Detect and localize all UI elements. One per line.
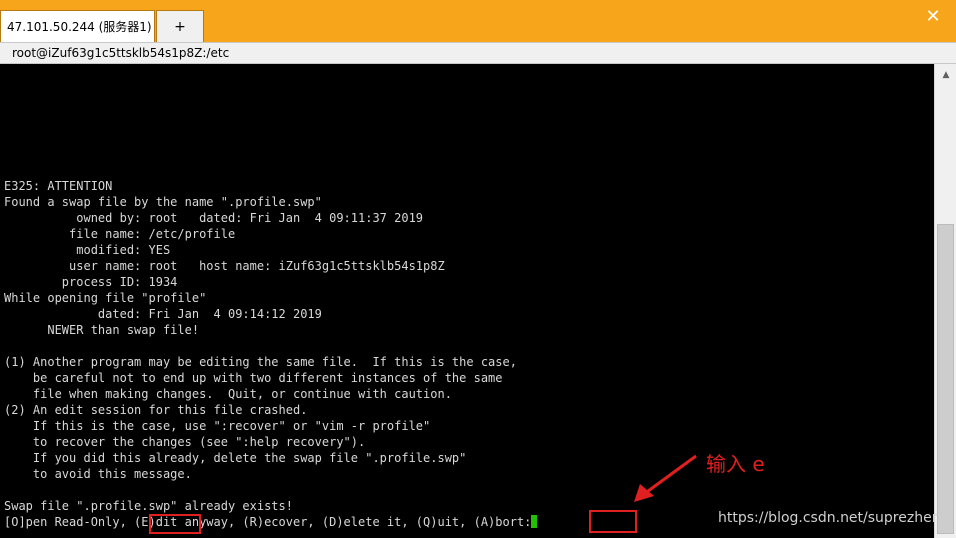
tab-bar: 47.101.50.244 (服务器1) + ✕ <box>0 0 956 42</box>
terminal-scrollbar[interactable]: ▲ <box>934 64 956 538</box>
terminal-line: (2) An edit session for this file crashe… <box>4 403 308 417</box>
terminal-line: to avoid this message. <box>4 467 192 481</box>
terminal-line: owned by: root dated: Fri Jan 4 09:11:37… <box>4 211 424 225</box>
new-tab-label: + <box>174 18 186 35</box>
terminal-line: to recover the changes (see ":help recov… <box>4 435 366 449</box>
terminal-output: E325: ATTENTION Found a swap file by the … <box>4 178 538 530</box>
watermark: https://blog.csdn.net/suprezher <box>718 510 938 526</box>
ssh-client-window: 47.101.50.244 (服务器1) + ✕ root@iZuf63g1c5… <box>0 0 956 538</box>
terminal-line: process ID: 1934 <box>4 275 178 289</box>
terminal-line: E325: ATTENTION <box>4 179 113 193</box>
terminal-line: If you did this already, delete the swap… <box>4 451 467 465</box>
close-icon[interactable]: ✕ <box>924 8 942 26</box>
terminal-line: Swap file ".profile.swp" already exists! <box>4 499 293 513</box>
annotation-arrow-icon <box>634 454 697 502</box>
session-title: root@iZuf63g1c5ttsklb54s1p8Z:/etc <box>0 42 956 64</box>
scrollbar-thumb[interactable] <box>937 224 954 534</box>
terminal-line: user name: root host name: iZuf63g1c5tts… <box>4 259 445 273</box>
tab-server1[interactable]: 47.101.50.244 (服务器1) <box>0 10 155 42</box>
terminal-cursor <box>531 515 538 528</box>
terminal-line: dated: Fri Jan 4 09:14:12 2019 <box>4 307 322 321</box>
tab-server1-label: 47.101.50.244 (服务器1) <box>7 20 152 34</box>
chevron-up-icon[interactable]: ▲ <box>939 66 953 84</box>
terminal-line: be careful not to end up with two differ… <box>4 371 503 385</box>
annotation-text: 输入 e <box>706 452 765 476</box>
terminal-line: [O]pen Read-Only, (E)dit anyway, (R)ecov… <box>4 514 538 530</box>
new-tab-button[interactable]: + <box>156 10 204 42</box>
terminal-line: NEWER than swap file! <box>4 323 200 337</box>
terminal-line: file name: /etc/profile <box>4 227 236 241</box>
terminal-line: While opening file "profile" <box>4 291 207 305</box>
terminal-area[interactable]: E325: ATTENTION Found a swap file by the … <box>0 64 934 538</box>
terminal-line: file when making changes. Quit, or conti… <box>4 387 452 401</box>
terminal-line: (1) Another program may be editing the s… <box>4 355 517 369</box>
terminal-line: Found a swap file by the name ".profile.… <box>4 195 322 209</box>
terminal-line: If this is the case, use ":recover" or "… <box>4 419 431 433</box>
terminal-line: modified: YES <box>4 243 171 257</box>
